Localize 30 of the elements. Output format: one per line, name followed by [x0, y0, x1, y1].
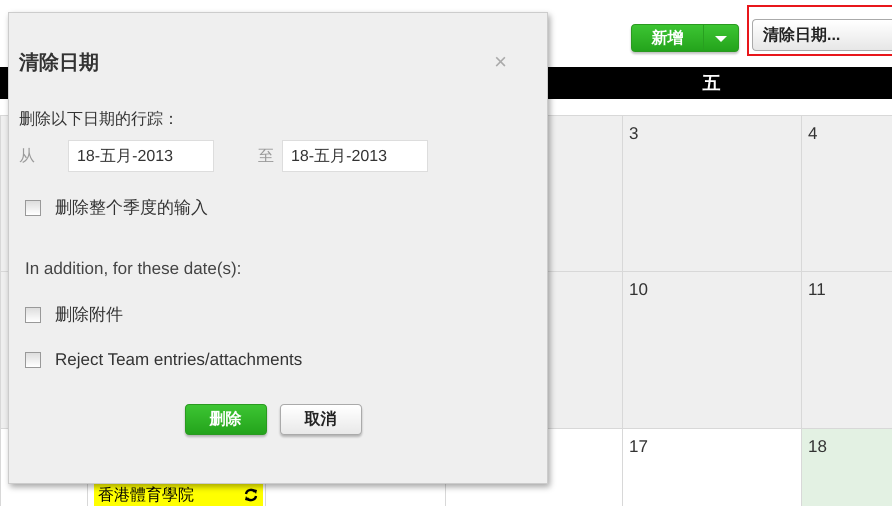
day-cell[interactable]: 4: [801, 116, 892, 271]
section-heading: In addition, for these date(s):: [25, 259, 242, 279]
cancel-button[interactable]: 取消: [280, 404, 362, 435]
day-number: 18: [808, 436, 827, 456]
checkbox[interactable]: [25, 200, 41, 216]
checkbox-label: Reject Team entries/attachments: [55, 350, 302, 370]
dialog-title: 清除日期: [19, 50, 99, 76]
checkbox[interactable]: [25, 306, 41, 322]
to-date-field[interactable]: 18-五月-2013: [282, 140, 428, 172]
to-label: 至: [258, 146, 275, 166]
calendar-event[interactable]: 香港體育學院: [94, 484, 263, 506]
checkbox[interactable]: [25, 352, 41, 368]
event-title: 香港體育學院: [98, 485, 194, 506]
day-cell[interactable]: 3: [622, 116, 801, 271]
day-number: 17: [629, 436, 648, 456]
day-cell[interactable]: 10: [622, 272, 801, 428]
clear-dates-button[interactable]: 清除日期...: [752, 19, 892, 51]
day-number: 3: [629, 124, 638, 144]
day-number: 10: [629, 280, 648, 299]
checkbox-label: 删除整个季度的输入: [55, 197, 208, 219]
weekday-label: 五: [702, 72, 722, 95]
from-date-field[interactable]: 18-五月-2013: [68, 140, 214, 172]
from-label: 从: [19, 146, 36, 166]
day-cell[interactable]: 11: [801, 272, 892, 428]
refresh-icon: [243, 487, 259, 504]
day-cell[interactable]: 18: [801, 428, 892, 506]
day-number: 4: [808, 124, 818, 144]
day-number: 11: [808, 280, 826, 299]
intro-text: 删除以下日期的行踪：: [19, 110, 180, 130]
checkbox-label: 删除附件: [55, 304, 123, 326]
